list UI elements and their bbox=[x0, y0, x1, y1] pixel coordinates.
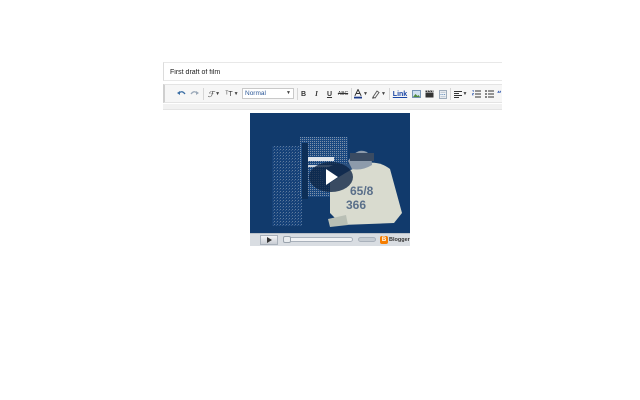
toolbar-separator bbox=[389, 88, 390, 100]
film-clapper-icon bbox=[425, 90, 434, 98]
video-progress-track[interactable] bbox=[283, 236, 353, 243]
bold-button[interactable]: B bbox=[299, 88, 308, 100]
blogger-label: Blogger bbox=[389, 237, 410, 243]
blogger-branding: B Blogger bbox=[380, 235, 410, 245]
jump-break-icon bbox=[438, 89, 447, 99]
chevron-down-icon: ▼ bbox=[363, 91, 368, 97]
alignment-button[interactable]: ▼ bbox=[453, 88, 468, 100]
chevron-down-icon: ▼ bbox=[233, 91, 239, 97]
italic-icon: I bbox=[315, 90, 318, 98]
quote-icon: “ bbox=[497, 89, 502, 99]
align-left-icon bbox=[453, 90, 462, 98]
underline-button[interactable]: U bbox=[325, 88, 334, 100]
video-controls: B Blogger bbox=[250, 233, 410, 246]
strikethrough-button[interactable]: ABC bbox=[337, 88, 349, 100]
strikethrough-icon: ABC bbox=[337, 91, 349, 97]
toolbar-underbar bbox=[163, 104, 502, 110]
undo-icon bbox=[176, 91, 186, 95]
insert-video-button[interactable] bbox=[424, 88, 435, 100]
chevron-down-icon: ▼ bbox=[286, 90, 291, 96]
paragraph-format-select[interactable]: Normal ▼ bbox=[242, 88, 294, 99]
redo-button[interactable] bbox=[189, 88, 199, 100]
post-title-row bbox=[163, 62, 502, 81]
font-size-button[interactable]: ᵀT ▼ bbox=[224, 88, 240, 100]
play-icon bbox=[266, 237, 272, 243]
post-editor: ℱ▼ ᵀT▼ Normal ▼ B I U ABC ▼ ▼ Link bbox=[163, 60, 502, 110]
bold-icon: B bbox=[300, 90, 307, 98]
text-color-button[interactable]: ▼ bbox=[354, 88, 368, 100]
bulleted-list-button[interactable] bbox=[484, 88, 494, 100]
blogger-logo-icon: B bbox=[380, 236, 388, 244]
chevron-down-icon: ▼ bbox=[381, 91, 386, 97]
font-size-icon: ᵀT bbox=[225, 90, 233, 98]
toolbar-separator bbox=[450, 88, 451, 100]
post-title-input[interactable] bbox=[170, 65, 490, 79]
video-progress-handle[interactable] bbox=[283, 236, 291, 243]
font-family-button[interactable]: ℱ ▼ bbox=[206, 88, 222, 100]
editor-toolbar: ℱ ▼ ᵀT ▼ Normal ▼ B I U ABC ▼ ▼ Link ▼ “ bbox=[163, 84, 502, 103]
highlight-color-button[interactable]: ▼ bbox=[371, 88, 386, 100]
font-family-icon: ℱ bbox=[207, 89, 215, 99]
toolbar-separator bbox=[203, 88, 204, 100]
image-icon bbox=[412, 90, 421, 98]
video-screen[interactable]: 65/8 366 bbox=[250, 113, 410, 233]
underline-icon: U bbox=[326, 90, 333, 98]
redo-icon bbox=[189, 91, 199, 95]
numbered-list-button[interactable] bbox=[471, 88, 481, 100]
chevron-down-icon: ▼ bbox=[462, 91, 468, 97]
insert-jump-break-button[interactable] bbox=[437, 88, 448, 100]
insert-image-button[interactable] bbox=[411, 88, 422, 100]
shirt-text-line-2: 366 bbox=[346, 198, 366, 212]
volume-slider[interactable] bbox=[358, 237, 376, 242]
toolbar-separator bbox=[297, 88, 298, 100]
italic-button[interactable]: I bbox=[312, 88, 321, 100]
control-play-button[interactable] bbox=[260, 235, 278, 245]
chevron-down-icon: ▼ bbox=[215, 91, 221, 97]
undo-button[interactable] bbox=[176, 88, 186, 100]
toolbar-separator bbox=[351, 88, 352, 100]
link-label: Link bbox=[392, 90, 408, 98]
insert-link-button[interactable]: Link bbox=[392, 88, 408, 100]
text-color-icon bbox=[354, 89, 363, 99]
numbered-list-icon bbox=[471, 90, 481, 98]
play-overlay-button[interactable] bbox=[307, 161, 355, 193]
embedded-video[interactable]: 65/8 366 B Blogger bbox=[250, 113, 410, 246]
highlighter-icon bbox=[372, 89, 380, 99]
paragraph-format-value: Normal bbox=[245, 90, 266, 97]
quote-button[interactable]: “ bbox=[497, 88, 504, 100]
bulleted-list-icon bbox=[484, 90, 494, 98]
